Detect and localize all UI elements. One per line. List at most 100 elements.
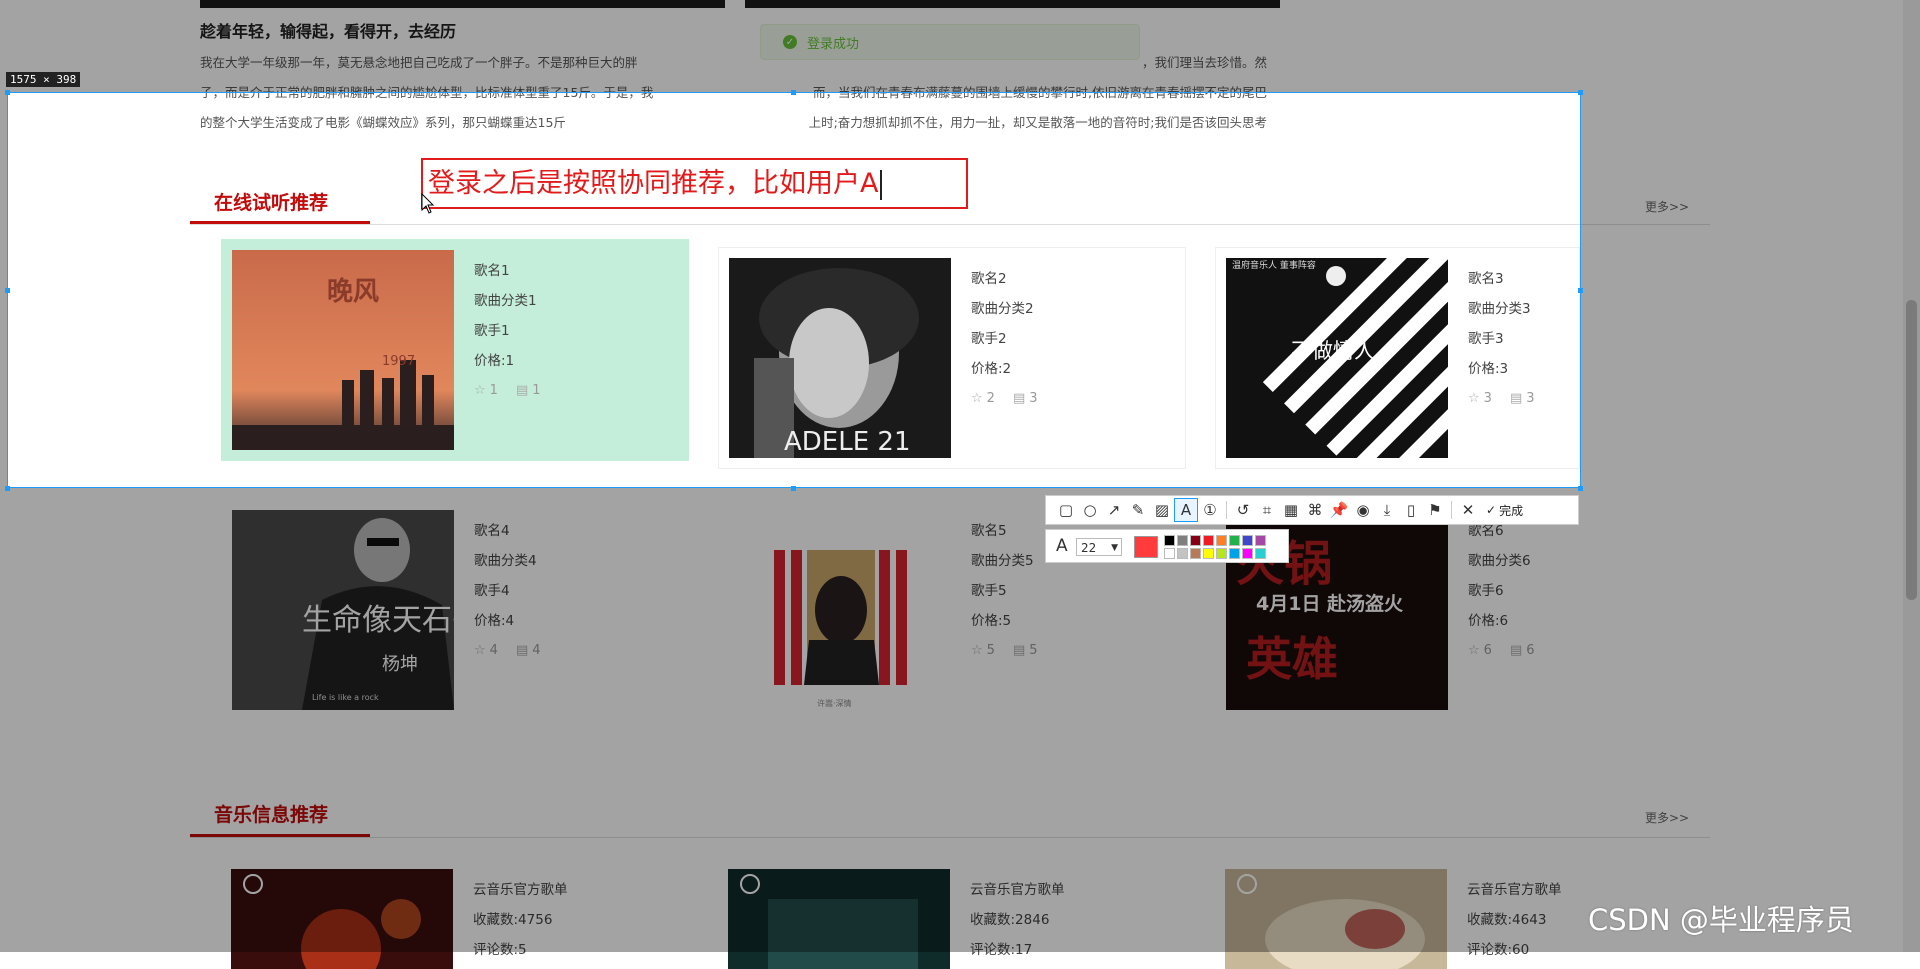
bookmark-icon[interactable]: ⚑ [1423,498,1447,522]
cover-big-6: 英雄 [1246,632,1338,686]
playlist-card[interactable]: 云音乐官方歌单 收藏数:2846 评论数:17 [718,859,1186,969]
playlist-cover[interactable] [231,869,453,969]
article-image-right[interactable] [745,0,1280,8]
color-swatch[interactable] [1203,535,1214,546]
current-color-swatch[interactable] [1134,536,1158,558]
color-swatch[interactable] [1216,535,1227,546]
color-swatch[interactable] [1255,548,1266,559]
annotation-text[interactable]: 登录之后是按照协同推荐，比如用户A [428,168,878,199]
like-count[interactable]: ☆ 2 [971,384,995,414]
text-annotation[interactable]: 登录之后是按照协同推荐，比如用户A [421,158,968,209]
song-name: 歌名3 [1468,271,1504,287]
resize-handle[interactable] [1578,90,1583,95]
rectangle-icon[interactable]: ▢ [1054,498,1078,522]
cover-title-3: 不做情人 [1291,339,1375,363]
crop-icon[interactable]: ⌗ [1255,498,1279,522]
album-cover[interactable]: ADELE 21 [729,258,951,458]
comment-count[interactable]: ▤ 4 [516,636,541,666]
song-price: 价格:5 [971,613,1012,629]
song-card[interactable]: 生命像天石头 杨坤 Life is like a rock 歌名4 歌曲分类4 … [221,499,689,721]
page-scrollbar[interactable] [1903,0,1920,952]
resize-handle[interactable] [1578,288,1583,293]
song-price: 价格:2 [971,361,1012,377]
like-count[interactable]: ☆ 4 [474,636,498,666]
pen-icon[interactable]: ✎ [1126,498,1150,522]
color-palette [1164,535,1267,560]
undo-icon[interactable]: ↺ [1231,498,1255,522]
song-category: 歌曲分类2 [971,301,1034,317]
color-swatch[interactable] [1164,548,1175,559]
playlist-favorites: 收藏数:4643 [1467,912,1547,928]
like-count[interactable]: ☆ 3 [1468,384,1492,414]
comment-count[interactable]: ▤ 1 [516,376,541,406]
ocr-icon[interactable]: ▦ [1279,498,1303,522]
section-title-music-info: 音乐信息推荐 [214,804,329,826]
ellipse-icon[interactable]: ○ [1078,498,1102,522]
article-title[interactable]: 趁着年轻，输得起，看得开，去经历 [200,18,456,42]
album-cover[interactable]: 生命像天石头 杨坤 Life is like a rock [232,510,454,710]
record-icon[interactable]: ◉ [1351,498,1375,522]
text-icon[interactable]: A [1174,498,1198,522]
more-link-section1[interactable]: 更多>> [1645,198,1689,215]
color-swatch[interactable] [1190,535,1201,546]
comment-count[interactable]: ▤ 3 [1510,384,1535,414]
success-check-icon: ✓ [783,35,797,49]
color-swatch[interactable] [1242,535,1253,546]
comment-count[interactable]: ▤ 6 [1510,636,1535,666]
done-button[interactable]: ✓ 完成 [1486,502,1523,519]
color-swatch[interactable] [1164,535,1175,546]
song-card[interactable]: 晚风 1997 歌名1 歌曲分类1 歌手1 价格:1 ☆ 1 ▤ 1 [221,239,689,461]
resize-handle[interactable] [1578,486,1583,491]
color-swatch[interactable] [1242,548,1253,559]
playlist-cover[interactable] [728,869,950,969]
resize-handle[interactable] [5,288,10,293]
resize-handle[interactable] [5,90,10,95]
arrow-icon[interactable]: ↗ [1102,498,1126,522]
resize-handle[interactable] [791,90,796,95]
album-cover[interactable]: 温府音乐人 董事阵容 不做情人 [1226,258,1448,458]
color-swatch[interactable] [1203,548,1214,559]
comment-count[interactable]: ▤ 5 [1013,636,1038,666]
color-swatch[interactable] [1216,548,1227,559]
save-icon[interactable]: ▯ [1399,498,1423,522]
cover-singer-4: 杨坤 [382,654,418,675]
like-count[interactable]: ☆ 1 [474,376,498,406]
like-count[interactable]: ☆ 5 [971,636,995,666]
font-size-select[interactable]: 22 ▼ [1076,538,1122,556]
song-price: 价格:6 [1468,613,1509,629]
color-swatch[interactable] [1229,548,1240,559]
number-icon[interactable]: ① [1198,498,1222,522]
color-swatch[interactable] [1177,535,1188,546]
song-card[interactable]: ADELE 21 歌名2 歌曲分类2 歌手2 价格:2 ☆ 2 ▤ 3 [718,247,1186,469]
color-swatch[interactable] [1177,548,1188,559]
resize-handle[interactable] [5,486,10,491]
more-link-section2[interactable]: 更多>> [1645,809,1689,826]
playlist-comments: 评论数:17 [970,942,1033,958]
color-swatch[interactable] [1190,548,1201,559]
playlist-card[interactable]: 云音乐官方歌单 收藏数:4756 评论数:5 [221,859,689,969]
song-singer: 歌手4 [474,583,510,599]
color-swatch[interactable] [1229,535,1240,546]
album-cover[interactable]: 许嵩·深情 [729,510,951,710]
article-image-left[interactable] [200,0,725,8]
download-icon[interactable]: ⤓ [1375,498,1399,522]
scrollbar-thumb[interactable] [1906,300,1917,600]
cover-title-1: 晚风 [327,277,379,307]
playlist-cover[interactable] [1225,869,1447,969]
song-category: 歌曲分类3 [1468,301,1531,317]
star-icon: ☆ [474,383,486,398]
mosaic-icon[interactable]: ▨ [1150,498,1174,522]
comment-icon: ▤ [1509,391,1523,406]
like-count[interactable]: ☆ 6 [1468,636,1492,666]
comment-count[interactable]: ▤ 3 [1013,384,1038,414]
translate-icon[interactable]: ⌘ [1303,498,1327,522]
color-swatch[interactable] [1255,535,1266,546]
album-cover[interactable]: 晚风 1997 [232,250,454,450]
song-name: 歌名4 [474,523,510,539]
pin-icon[interactable]: 📌 [1327,498,1351,522]
section-title-online-listen: 在线试听推荐 [214,192,329,214]
close-icon[interactable]: ✕ [1456,498,1480,522]
resize-handle[interactable] [791,486,796,491]
song-card[interactable]: 温府音乐人 董事阵容 不做情人 歌名3 歌曲分类3 歌手3 价格:3 ☆ 3 ▤ 3 [1215,247,1580,469]
song-meta: 歌名4 歌曲分类4 歌手4 价格:4 ☆ 4 ▤ 4 [474,516,541,666]
